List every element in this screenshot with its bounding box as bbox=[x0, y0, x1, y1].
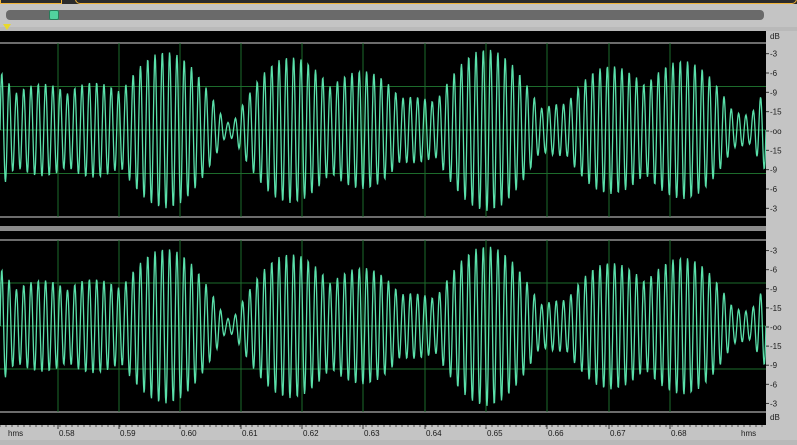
level-tick-label: -oo bbox=[770, 127, 782, 136]
level-tick-label: -6 bbox=[770, 266, 778, 275]
time-ruler-canvas: hms 0.58 0.59 0.60 0.61 0.62 0.63 0.64 0.65 0.66 0… bbox=[0, 425, 763, 438]
level-tick-label: -9 bbox=[770, 88, 778, 97]
time-tick-label: 0.64 bbox=[426, 429, 442, 438]
time-tick-label: 0.62 bbox=[303, 429, 319, 438]
level-tick-label: -15 bbox=[770, 304, 782, 313]
channel-2[interactable] bbox=[0, 239, 767, 413]
playhead-marker-icon[interactable] bbox=[3, 24, 11, 30]
time-tick-label: 0.66 bbox=[548, 429, 564, 438]
level-unit-label: dB bbox=[770, 413, 780, 422]
channel-separator bbox=[0, 226, 766, 231]
horizontal-scrollbar[interactable] bbox=[6, 10, 764, 20]
level-tick-label: -15 bbox=[770, 146, 782, 155]
level-tick-label: -15 bbox=[770, 342, 782, 351]
time-tick-label: 0.60 bbox=[181, 429, 197, 438]
time-tick-label: 0.61 bbox=[242, 429, 258, 438]
time-unit-label: hms bbox=[8, 429, 23, 438]
level-tick-label: -9 bbox=[770, 166, 778, 175]
level-tick-label: -3 bbox=[770, 50, 778, 59]
time-tick-label: 0.65 bbox=[487, 429, 503, 438]
time-tick-label: 0.58 bbox=[59, 429, 75, 438]
level-tick-label: -6 bbox=[770, 69, 778, 78]
time-tick-label: 0.67 bbox=[610, 429, 626, 438]
level-tick-label: -6 bbox=[770, 380, 778, 389]
level-tick-label: -3 bbox=[770, 204, 778, 213]
time-tick-label: 0.59 bbox=[120, 429, 136, 438]
time-ruler: hms 0.58 0.59 0.60 0.61 0.62 0.63 0.64 0.65 0.66 0… bbox=[0, 425, 797, 440]
level-unit-label: dB bbox=[770, 32, 780, 41]
level-tick-label: -9 bbox=[770, 285, 778, 294]
time-unit-label: hms bbox=[741, 429, 756, 438]
level-ruler-canvas: dB -3 -6 -9 -15 -oo -15 -9 -6 -3 -3 -6 -9 -15 -oo -15 -9… bbox=[766, 32, 782, 422]
overview-frame bbox=[75, 0, 797, 4]
level-tick-label: -15 bbox=[770, 108, 782, 117]
level-tick-label: -oo bbox=[770, 323, 782, 332]
waveform-display[interactable] bbox=[0, 31, 767, 425]
level-tick-label: -3 bbox=[770, 247, 778, 256]
zoom-tab[interactable] bbox=[0, 0, 62, 4]
channel-1[interactable] bbox=[0, 42, 767, 218]
level-tick-label: -9 bbox=[770, 361, 778, 370]
time-tick-label: 0.68 bbox=[671, 429, 687, 438]
level-tick-label: -3 bbox=[770, 399, 778, 408]
waveform-canvas[interactable] bbox=[0, 31, 767, 425]
level-tick-label: -6 bbox=[770, 185, 778, 194]
scrollbar-thumb[interactable] bbox=[49, 10, 59, 20]
level-ruler: dB -3 -6 -9 -15 -oo -15 -9 -6 -3 -3 -6 -9 -15 -oo -15 -9… bbox=[766, 31, 797, 425]
time-tick-label: 0.63 bbox=[364, 429, 380, 438]
